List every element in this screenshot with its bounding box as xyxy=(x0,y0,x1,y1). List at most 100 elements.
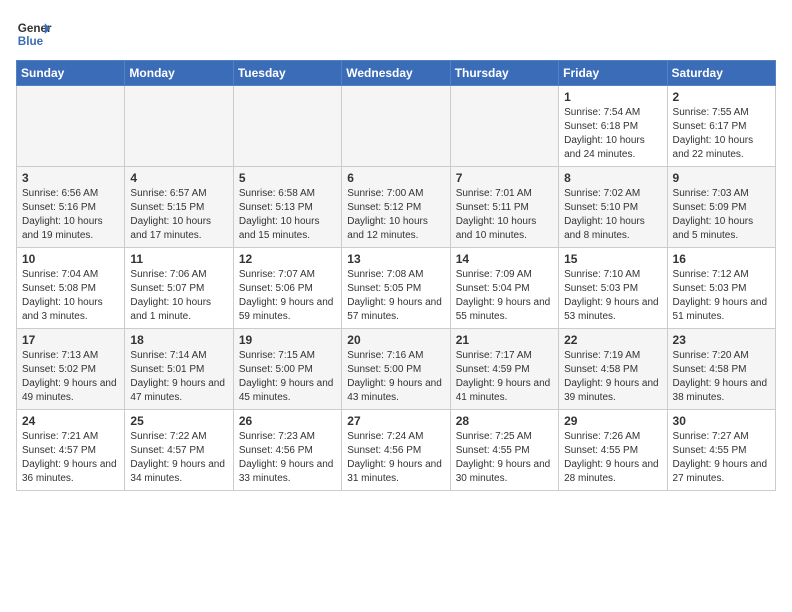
calendar-cell: 10 Sunrise: 7:04 AM Sunset: 5:08 PM Dayli… xyxy=(17,248,125,329)
day-number: 24 xyxy=(22,414,119,428)
calendar-cell: 27 Sunrise: 7:24 AM Sunset: 4:56 PM Dayli… xyxy=(342,410,450,491)
day-number: 13 xyxy=(347,252,444,266)
calendar-cell: 8Sunrise: 7:02 AM Sunset: 5:10 PM Daylig… xyxy=(559,167,667,248)
day-number: 3 xyxy=(22,171,119,185)
day-header-saturday: Saturday xyxy=(667,61,775,86)
day-info: Sunrise: 7:15 AM Sunset: 5:00 PM Dayligh… xyxy=(239,349,336,405)
day-header-friday: Friday xyxy=(559,61,667,86)
day-info: Sunrise: 7:09 AM Sunset: 5:04 PM Dayligh… xyxy=(456,268,553,324)
day-info: Sunrise: 7:00 AM Sunset: 5:12 PM Dayligh… xyxy=(347,187,444,243)
calendar-cell: 16 Sunrise: 7:12 AM Sunset: 5:03 PM Dayli… xyxy=(667,248,775,329)
day-info: Sunrise: 7:10 AM Sunset: 5:03 PM Dayligh… xyxy=(564,268,661,324)
day-info: Sunrise: 7:27 AM Sunset: 4:55 PM Dayligh… xyxy=(673,430,770,486)
day-info: Sunrise: 7:17 AM Sunset: 4:59 PM Dayligh… xyxy=(456,349,553,405)
day-info: Sunrise: 7:22 AM Sunset: 4:57 PM Dayligh… xyxy=(130,430,227,486)
calendar-cell: 9 Sunrise: 7:03 AM Sunset: 5:09 PM Daylig… xyxy=(667,167,775,248)
calendar-cell: 18Sunrise: 7:14 AM Sunset: 5:01 PM Dayli… xyxy=(125,329,233,410)
day-info: Sunrise: 7:13 AM Sunset: 5:02 PM Dayligh… xyxy=(22,349,119,405)
calendar-cell: 25 Sunrise: 7:22 AM Sunset: 4:57 PM Dayli… xyxy=(125,410,233,491)
calendar-week-row: 17 Sunrise: 7:13 AM Sunset: 5:02 PM Dayli… xyxy=(17,329,776,410)
day-info: Sunrise: 7:19 AM Sunset: 4:58 PM Dayligh… xyxy=(564,349,661,405)
day-number: 20 xyxy=(347,333,444,347)
calendar-cell xyxy=(342,86,450,167)
calendar-cell: 29Sunrise: 7:26 AM Sunset: 4:55 PM Dayli… xyxy=(559,410,667,491)
day-number: 10 xyxy=(22,252,119,266)
day-header-tuesday: Tuesday xyxy=(233,61,341,86)
calendar-cell: 12Sunrise: 7:07 AM Sunset: 5:06 PM Dayli… xyxy=(233,248,341,329)
calendar-cell xyxy=(125,86,233,167)
calendar-cell: 20 Sunrise: 7:16 AM Sunset: 5:00 PM Dayli… xyxy=(342,329,450,410)
calendar-cell: 22Sunrise: 7:19 AM Sunset: 4:58 PM Dayli… xyxy=(559,329,667,410)
calendar-cell: 13 Sunrise: 7:08 AM Sunset: 5:05 PM Dayli… xyxy=(342,248,450,329)
day-info: Sunrise: 7:20 AM Sunset: 4:58 PM Dayligh… xyxy=(673,349,770,405)
calendar-cell: 1 Sunrise: 7:54 AM Sunset: 6:18 PM Daylig… xyxy=(559,86,667,167)
calendar-cell: 14 Sunrise: 7:09 AM Sunset: 5:04 PM Dayli… xyxy=(450,248,558,329)
calendar-cell: 6 Sunrise: 7:00 AM Sunset: 5:12 PM Daylig… xyxy=(342,167,450,248)
day-number: 6 xyxy=(347,171,444,185)
logo: General Blue xyxy=(16,16,52,52)
calendar-cell: 17 Sunrise: 7:13 AM Sunset: 5:02 PM Dayli… xyxy=(17,329,125,410)
calendar-week-row: 10 Sunrise: 7:04 AM Sunset: 5:08 PM Dayli… xyxy=(17,248,776,329)
day-number: 14 xyxy=(456,252,553,266)
day-number: 26 xyxy=(239,414,336,428)
calendar-week-row: 3 Sunrise: 6:56 AM Sunset: 5:16 PM Daylig… xyxy=(17,167,776,248)
calendar-cell: 30 Sunrise: 7:27 AM Sunset: 4:55 PM Dayli… xyxy=(667,410,775,491)
calendar-header-row: SundayMondayTuesdayWednesdayThursdayFrid… xyxy=(17,61,776,86)
day-number: 30 xyxy=(673,414,770,428)
logo-icon: General Blue xyxy=(16,16,52,52)
calendar-week-row: 24 Sunrise: 7:21 AM Sunset: 4:57 PM Dayli… xyxy=(17,410,776,491)
day-number: 11 xyxy=(130,252,227,266)
calendar-cell: 19 Sunrise: 7:15 AM Sunset: 5:00 PM Dayli… xyxy=(233,329,341,410)
day-number: 25 xyxy=(130,414,227,428)
day-info: Sunrise: 7:54 AM Sunset: 6:18 PM Dayligh… xyxy=(564,106,661,162)
day-number: 1 xyxy=(564,90,661,104)
calendar-cell xyxy=(17,86,125,167)
calendar-week-row: 1 Sunrise: 7:54 AM Sunset: 6:18 PM Daylig… xyxy=(17,86,776,167)
day-number: 15 xyxy=(564,252,661,266)
calendar-cell: 15 Sunrise: 7:10 AM Sunset: 5:03 PM Dayli… xyxy=(559,248,667,329)
day-info: Sunrise: 7:03 AM Sunset: 5:09 PM Dayligh… xyxy=(673,187,770,243)
calendar-cell: 23Sunrise: 7:20 AM Sunset: 4:58 PM Dayli… xyxy=(667,329,775,410)
calendar-cell: 5 Sunrise: 6:58 AM Sunset: 5:13 PM Daylig… xyxy=(233,167,341,248)
day-info: Sunrise: 7:14 AM Sunset: 5:01 PM Dayligh… xyxy=(130,349,227,405)
day-info: Sunrise: 7:26 AM Sunset: 4:55 PM Dayligh… xyxy=(564,430,661,486)
day-header-monday: Monday xyxy=(125,61,233,86)
calendar-cell: 7Sunrise: 7:01 AM Sunset: 5:11 PM Daylig… xyxy=(450,167,558,248)
calendar-cell: 24 Sunrise: 7:21 AM Sunset: 4:57 PM Dayli… xyxy=(17,410,125,491)
calendar-cell: 21 Sunrise: 7:17 AM Sunset: 4:59 PM Dayli… xyxy=(450,329,558,410)
day-number: 16 xyxy=(673,252,770,266)
calendar-cell xyxy=(450,86,558,167)
day-number: 9 xyxy=(673,171,770,185)
day-number: 5 xyxy=(239,171,336,185)
calendar-body: 1 Sunrise: 7:54 AM Sunset: 6:18 PM Daylig… xyxy=(17,86,776,491)
day-info: Sunrise: 7:02 AM Sunset: 5:10 PM Dayligh… xyxy=(564,187,661,243)
svg-text:Blue: Blue xyxy=(18,35,44,48)
calendar-cell: 4 Sunrise: 6:57 AM Sunset: 5:15 PM Daylig… xyxy=(125,167,233,248)
calendar-cell xyxy=(233,86,341,167)
day-info: Sunrise: 7:24 AM Sunset: 4:56 PM Dayligh… xyxy=(347,430,444,486)
day-number: 2 xyxy=(673,90,770,104)
calendar-cell: 2 Sunrise: 7:55 AM Sunset: 6:17 PM Daylig… xyxy=(667,86,775,167)
day-info: Sunrise: 7:06 AM Sunset: 5:07 PM Dayligh… xyxy=(130,268,227,324)
day-info: Sunrise: 7:21 AM Sunset: 4:57 PM Dayligh… xyxy=(22,430,119,486)
day-info: Sunrise: 6:56 AM Sunset: 5:16 PM Dayligh… xyxy=(22,187,119,243)
day-number: 19 xyxy=(239,333,336,347)
day-info: Sunrise: 7:16 AM Sunset: 5:00 PM Dayligh… xyxy=(347,349,444,405)
day-info: Sunrise: 7:08 AM Sunset: 5:05 PM Dayligh… xyxy=(347,268,444,324)
day-number: 17 xyxy=(22,333,119,347)
day-info: Sunrise: 7:12 AM Sunset: 5:03 PM Dayligh… xyxy=(673,268,770,324)
day-number: 27 xyxy=(347,414,444,428)
day-info: Sunrise: 7:55 AM Sunset: 6:17 PM Dayligh… xyxy=(673,106,770,162)
day-info: Sunrise: 7:23 AM Sunset: 4:56 PM Dayligh… xyxy=(239,430,336,486)
day-number: 4 xyxy=(130,171,227,185)
day-number: 12 xyxy=(239,252,336,266)
day-header-wednesday: Wednesday xyxy=(342,61,450,86)
day-number: 21 xyxy=(456,333,553,347)
calendar-cell: 28Sunrise: 7:25 AM Sunset: 4:55 PM Dayli… xyxy=(450,410,558,491)
day-header-sunday: Sunday xyxy=(17,61,125,86)
day-info: Sunrise: 6:58 AM Sunset: 5:13 PM Dayligh… xyxy=(239,187,336,243)
day-number: 7 xyxy=(456,171,553,185)
day-header-thursday: Thursday xyxy=(450,61,558,86)
day-info: Sunrise: 6:57 AM Sunset: 5:15 PM Dayligh… xyxy=(130,187,227,243)
day-info: Sunrise: 7:04 AM Sunset: 5:08 PM Dayligh… xyxy=(22,268,119,324)
